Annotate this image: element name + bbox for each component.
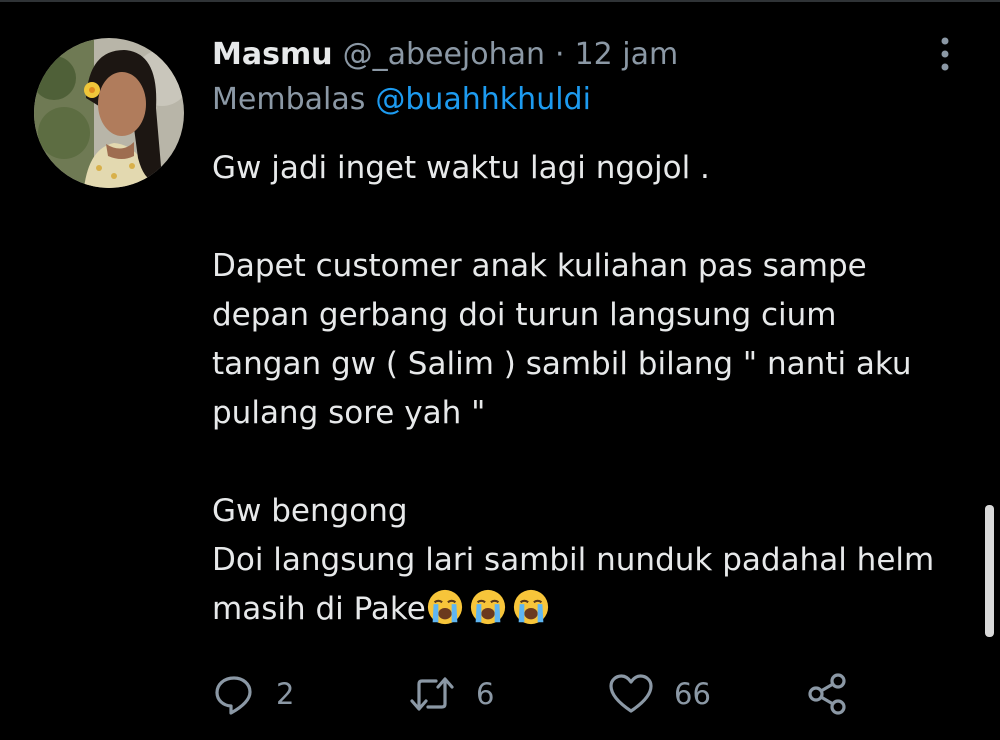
heart-icon <box>609 674 653 713</box>
tweet[interactable]: Masmu @_abeejohan · 12 jam Membalas @buah… <box>0 0 1000 740</box>
retweet-icon <box>410 677 454 711</box>
loudly-crying-face-icon <box>427 589 462 625</box>
share-icon <box>808 673 846 715</box>
like-count: 66 <box>674 677 711 711</box>
avatar[interactable] <box>34 38 184 188</box>
tweet-text-line-last: masih di Pake <box>212 585 982 634</box>
tweet-text-line: depan gerbang doi turun langsung cium <box>212 297 837 333</box>
tweet-text-segment: masih di Pake <box>212 591 426 627</box>
action-bar: 2 6 66 <box>212 668 862 720</box>
retweet-button[interactable]: 6 <box>408 668 494 720</box>
more-vertical-icon <box>941 37 949 71</box>
loudly-crying-face-icon <box>470 589 505 625</box>
tweet-text-line: Gw jadi inget waktu lagi ngojol . <box>212 150 710 186</box>
user-handle[interactable]: @_abeejohan <box>343 37 545 72</box>
tweet-text-line: pulang sore yah " <box>212 395 486 431</box>
replying-to-label: Membalas <box>212 82 366 117</box>
separator-dot: · <box>555 36 565 72</box>
tweet-text-line: Dapet customer anak kuliahan pas sampe <box>212 248 867 284</box>
share-button[interactable] <box>804 668 850 720</box>
replying-to: Membalas @buahhkhuldi <box>212 82 591 117</box>
tweet-text: Gw jadi inget waktu lagi ngojol . Dapet … <box>212 144 982 634</box>
reply-button[interactable]: 2 <box>212 668 294 720</box>
loudly-crying-face-icon <box>513 589 548 625</box>
tweet-text-line: Doi langsung lari sambil nunduk padahal … <box>212 542 935 578</box>
reply-icon <box>215 676 252 715</box>
tweet-text-line: Gw bengong <box>212 493 408 529</box>
timestamp[interactable]: 12 jam <box>575 37 679 72</box>
scrollbar-thumb[interactable] <box>985 505 994 637</box>
like-button[interactable]: 66 <box>608 668 711 720</box>
more-options-button[interactable] <box>930 32 960 76</box>
tweet-text-line: tangan gw ( Salim ) sambil bilang " nant… <box>212 346 912 382</box>
retweet-count: 6 <box>476 677 495 711</box>
tweet-header: Masmu @_abeejohan · 12 jam <box>212 30 678 78</box>
reply-count: 2 <box>276 677 295 711</box>
reply-mention-link[interactable]: @buahhkhuldi <box>375 82 591 117</box>
display-name[interactable]: Masmu <box>212 37 333 72</box>
